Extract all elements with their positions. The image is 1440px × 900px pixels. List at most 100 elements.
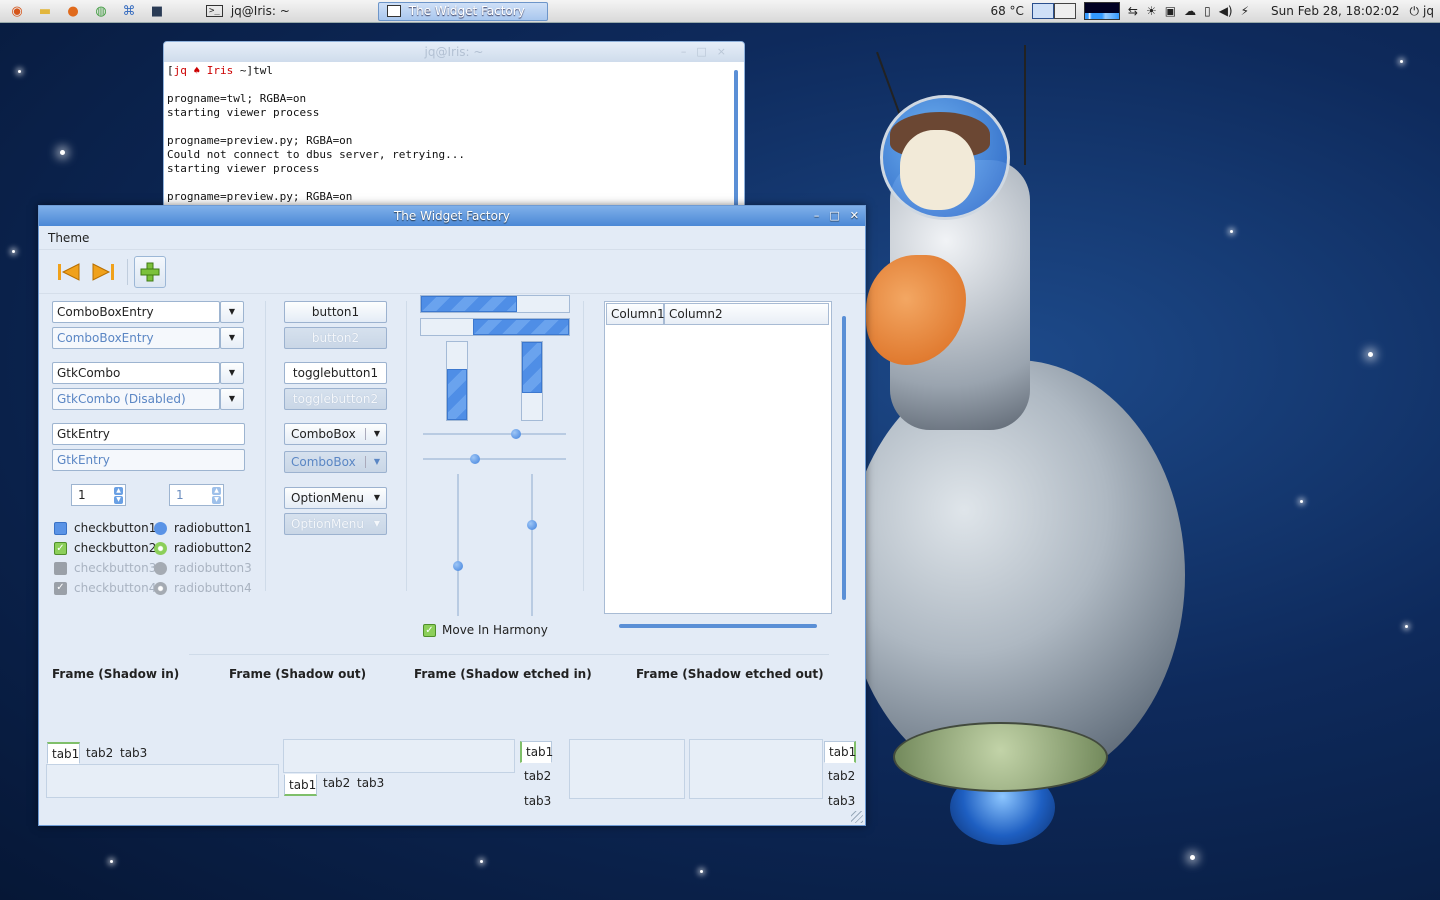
column2-header[interactable]: Column2 [664, 303, 829, 325]
battery-icon[interactable]: ▯ [1204, 4, 1211, 18]
close-icon[interactable]: ✕ [850, 206, 859, 226]
tree-hscrollbar[interactable] [619, 624, 817, 628]
terminal-window-buttons[interactable]: –□× [681, 42, 736, 62]
spin-up-icon[interactable]: ▲ [114, 487, 123, 495]
move-in-harmony-label[interactable]: Move In Harmony [442, 623, 548, 637]
star [12, 250, 15, 253]
notebook-right-tab2[interactable]: tab2 [824, 766, 856, 788]
go-last-button[interactable] [87, 256, 119, 288]
spin-down-icon[interactable]: ▼ [114, 496, 123, 504]
optionmenu-label: OptionMenu [291, 491, 364, 505]
gtkcombo-disabled-input: GtkCombo (Disabled) [52, 388, 220, 410]
go-first-button[interactable] [53, 256, 85, 288]
app-icon[interactable]: ■ [146, 2, 168, 20]
comboboxentry-disabled-input: ComboBoxEntry [52, 327, 220, 349]
checkbutton3-label: checkbutton3 [74, 561, 157, 575]
column1-header[interactable]: Column1 [606, 303, 665, 325]
comboboxentry-input[interactable]: ComboBoxEntry [52, 301, 220, 323]
taskbar-widget-factory[interactable]: The Widget Factory [377, 1, 548, 21]
gtkcombo-disabled-arrow: ▼ [220, 388, 244, 410]
togglebutton1[interactable]: togglebutton1 [284, 362, 387, 384]
terminal-window[interactable]: jq@Iris: ~ –□× [jq ♠ Iris ~]twl progname… [163, 41, 745, 211]
notebook-top-tab3[interactable]: tab3 [116, 743, 148, 765]
taskbar-terminal[interactable]: >_ jq@Iris: ~ [198, 2, 298, 21]
star [1400, 60, 1403, 63]
comboboxentry-arrow[interactable]: ▼ [220, 301, 244, 323]
notebook-left-tab1[interactable]: tab1 [520, 741, 553, 763]
weather-icon[interactable]: ☀ [1146, 4, 1157, 18]
terminal-title: jq@Iris: ~ [424, 45, 484, 59]
button1[interactable]: button1 [284, 301, 387, 323]
optionmenu[interactable]: OptionMenu ▼ [284, 487, 387, 509]
network-disconnected-icon[interactable]: ⚡ [1241, 4, 1249, 18]
spin-up-icon: ▲ [212, 487, 221, 495]
combobox-label: ComboBox [291, 427, 356, 441]
resize-grip[interactable] [851, 811, 863, 823]
radiobutton1-dot[interactable] [154, 522, 167, 535]
cloud-icon[interactable]: ☁ [1184, 4, 1196, 18]
checkbutton2-box[interactable]: ✓ [54, 542, 67, 555]
checkbutton1-label[interactable]: checkbutton1 [74, 521, 156, 535]
notebook-top-tab2[interactable]: tab2 [82, 743, 114, 765]
prompt-host: Iris [206, 64, 234, 77]
add-button[interactable] [134, 255, 166, 288]
progressbar-fill [447, 369, 467, 420]
checkbutton1-box[interactable] [54, 522, 67, 535]
update-icon[interactable]: ⇆ [1128, 4, 1138, 18]
radiobutton2-label[interactable]: radiobutton2 [174, 541, 252, 555]
gtkcombo-input[interactable]: GtkCombo [52, 362, 220, 384]
radiobutton2-dot[interactable] [154, 542, 167, 555]
folder-icon[interactable]: ▬ [34, 2, 56, 20]
vscale-2-track[interactable] [531, 474, 533, 616]
vscale-2-knob[interactable] [527, 520, 537, 530]
notebook-bottom-tab1[interactable]: tab1 [284, 774, 317, 796]
workspace-1-icon[interactable] [1031, 3, 1054, 19]
notebook-bottom-tab2[interactable]: tab2 [319, 773, 351, 795]
vscale-1-track[interactable] [457, 474, 459, 616]
hscale-1-track[interactable] [423, 433, 566, 435]
star [1230, 230, 1233, 233]
combobox[interactable]: ComboBox ▼ [284, 423, 387, 445]
notebook-right-tab3[interactable]: tab3 [824, 791, 856, 813]
network-icon[interactable]: ⌘ [118, 2, 140, 20]
clock[interactable]: Sun Feb 28, 18:02:02 [1271, 4, 1400, 18]
radiobutton1-label[interactable]: radiobutton1 [174, 521, 252, 535]
ubuntu-menu-icon[interactable]: ◉ [6, 2, 28, 20]
notebook-left-tab2[interactable]: tab2 [520, 766, 552, 788]
workspace-2-icon[interactable] [1053, 3, 1076, 19]
system-monitor-icon[interactable] [1083, 2, 1120, 20]
terminal-scrollbar[interactable] [734, 70, 738, 210]
terminal-titlebar[interactable]: jq@Iris: ~ –□× [164, 42, 744, 62]
chrome-icon[interactable]: ◍ [90, 2, 112, 20]
notebook-bottom-tab3[interactable]: tab3 [353, 773, 385, 795]
hscale-1-knob[interactable] [511, 429, 521, 439]
notebook-left-tab3[interactable]: tab3 [520, 791, 552, 813]
hscale-2-track[interactable] [423, 458, 566, 460]
volume-icon[interactable]: ◀) [1219, 4, 1233, 18]
notebook-top-tab1[interactable]: tab1 [47, 742, 80, 764]
optionmenu-disabled: OptionMenu ▼ [284, 513, 387, 535]
window-titlebar[interactable]: The Widget Factory – □ ✕ [39, 206, 865, 226]
star [1300, 500, 1303, 503]
checkbutton2-label[interactable]: checkbutton2 [74, 541, 156, 555]
frame-shadow-out-label: Frame (Shadow out) [229, 667, 367, 681]
storage-icon[interactable]: ▣ [1165, 4, 1176, 18]
hscale-2-knob[interactable] [470, 454, 480, 464]
move-in-harmony-checkbox[interactable]: ✓ [423, 624, 436, 637]
tree-view[interactable] [604, 301, 832, 614]
menu-theme[interactable]: Theme [48, 231, 89, 245]
notebook-right-tab1[interactable]: tab1 [824, 741, 856, 763]
minimize-icon[interactable]: – [814, 206, 820, 226]
user-name[interactable]: jq [1423, 4, 1434, 18]
terminal-output[interactable]: [jq ♠ Iris ~]twl progname=twl; RGBA=on s… [164, 62, 744, 206]
maximize-icon[interactable]: □ [829, 206, 839, 226]
temperature-readout: 68 °C [990, 4, 1024, 18]
gtkentry-input[interactable]: GtkEntry [52, 423, 245, 445]
firefox-icon[interactable]: ● [62, 2, 84, 20]
terminal-prompt: [jq ♠ Iris ~]twl [167, 64, 273, 77]
tree-vscrollbar[interactable] [842, 316, 846, 600]
gtkcombo-arrow[interactable]: ▼ [220, 362, 244, 384]
vscale-1-knob[interactable] [453, 561, 463, 571]
power-icon[interactable]: ⏻ [1410, 4, 1420, 19]
spinbutton[interactable]: 1 ▲ ▼ [71, 484, 126, 506]
